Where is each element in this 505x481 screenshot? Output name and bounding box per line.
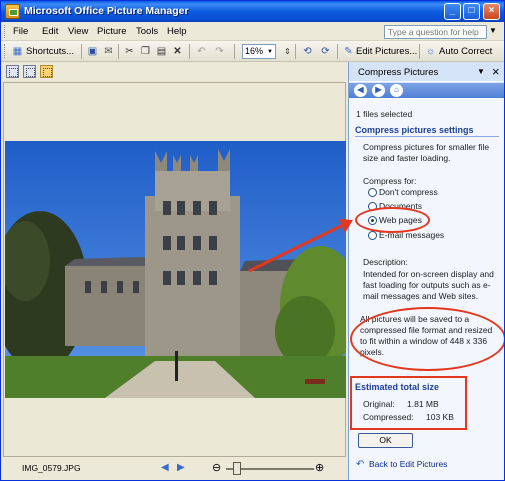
task-pane-navigation: ◀ ▶ ⌂ (349, 83, 504, 98)
help-dropdown-icon[interactable]: ▼ (489, 26, 497, 35)
zoom-in-icon[interactable]: ⊕ (315, 461, 324, 474)
selection-status: 1 files selected (356, 109, 413, 119)
edit-pictures-button[interactable]: Edit Pictures... (356, 44, 417, 59)
task-pane-close-icon[interactable]: × (492, 64, 500, 79)
delete-icon[interactable]: ✕ (171, 45, 184, 58)
cut-icon[interactable]: ✂ (123, 45, 136, 58)
save-icon[interactable]: ▣ (86, 45, 99, 58)
settings-intro-text: Compress pictures for smaller file size … (363, 142, 490, 163)
thumbnail-view-button[interactable] (6, 65, 19, 78)
radio-dont-compress[interactable] (368, 188, 377, 197)
task-pane-title: Compress Pictures (358, 67, 439, 78)
zoom-select[interactable]: 16% ▼ (242, 44, 276, 59)
mail-icon[interactable]: ✉ (102, 45, 115, 58)
menu-picture[interactable]: Picture (97, 26, 127, 37)
settings-heading: Compress pictures settings (355, 125, 474, 135)
status-bar: IMG_0579.JPG ◀ ▶ ⊖ ⊕ (1, 457, 348, 480)
ok-button[interactable]: OK (358, 433, 413, 448)
menu-bar: File Edit View Picture Tools Help ▼ (1, 22, 504, 41)
description-label: Description: (363, 257, 408, 267)
menubar-grip[interactable] (4, 25, 7, 38)
single-picture-view-button[interactable] (40, 65, 53, 78)
edit-pictures-icon[interactable]: ✎ (342, 45, 355, 58)
back-to-edit-icon[interactable]: ↶ (356, 459, 364, 470)
toolbar-separator (118, 44, 119, 59)
picture-manager-icon (5, 4, 20, 19)
toolbar-separator (337, 44, 338, 59)
back-to-edit-pictures-link[interactable]: Back to Edit Pictures (369, 459, 447, 469)
zoom-dropdown-icon[interactable]: ▼ (267, 47, 273, 58)
radio-email-messages[interactable] (368, 231, 377, 240)
window-title: Microsoft Office Picture Manager (24, 5, 189, 17)
zoom-spinner-icon[interactable]: ⇕ (281, 45, 294, 58)
copy-icon[interactable]: ❐ (139, 45, 152, 58)
annotation-arrow-icon (248, 219, 353, 273)
zoom-slider-thumb[interactable] (233, 462, 241, 475)
toolbar-separator (295, 44, 296, 59)
toolbar-separator (189, 44, 190, 59)
title-bar[interactable]: Microsoft Office Picture Manager _ □ × (1, 1, 504, 22)
highlight-estimated-size (350, 376, 467, 430)
maximize-button[interactable]: □ (463, 3, 480, 20)
next-picture-icon[interactable]: ▶ (177, 462, 185, 473)
toolbar-separator (81, 44, 82, 59)
back-arrow-icon[interactable]: ◀ (354, 84, 367, 97)
rotate-left-icon[interactable]: ⟲ (301, 45, 314, 58)
menu-file[interactable]: File (13, 26, 28, 37)
rotate-right-icon[interactable]: ⟳ (319, 45, 332, 58)
menu-view[interactable]: View (68, 26, 88, 37)
auto-correct-icon[interactable]: ☼ (424, 45, 437, 58)
toolbar-separator (419, 44, 420, 59)
previous-picture-icon[interactable]: ◀ (161, 462, 169, 473)
highlight-resize-note (350, 307, 504, 371)
view-switcher (1, 62, 348, 82)
menu-help[interactable]: Help (167, 26, 187, 37)
redo-icon[interactable]: ↷ (213, 45, 226, 58)
zoom-value: 16% (245, 46, 264, 56)
task-pane-dropdown-icon[interactable]: ▼ (477, 67, 485, 76)
shortcuts-icon[interactable]: ▦ (11, 45, 24, 58)
undo-icon[interactable]: ↶ (195, 45, 208, 58)
task-pane-header: Compress Pictures ▼ × (349, 62, 504, 82)
compress-for-label: Compress for: (363, 176, 417, 186)
minimize-button[interactable]: _ (444, 3, 461, 20)
home-icon[interactable]: ⌂ (390, 84, 403, 97)
toolbar-separator (234, 44, 235, 59)
paste-icon[interactable]: ▤ (155, 45, 168, 58)
toolbar-grip[interactable] (4, 44, 7, 58)
filmstrip-view-button[interactable] (23, 65, 36, 78)
auto-correct-button[interactable]: Auto Correct (439, 44, 492, 59)
close-button[interactable]: × (483, 3, 500, 20)
help-search-input[interactable] (384, 25, 487, 39)
option-label-dont-compress[interactable]: Don't compress (379, 187, 438, 198)
menu-tools[interactable]: Tools (136, 26, 158, 37)
menu-edit[interactable]: Edit (42, 26, 58, 37)
forward-arrow-icon[interactable]: ▶ (372, 84, 385, 97)
settings-heading-rule (355, 136, 499, 137)
highlight-web-pages-option (355, 207, 430, 233)
description-text: Intended for on-screen display and fast … (363, 269, 494, 301)
status-filename: IMG_0579.JPG (22, 463, 81, 473)
picture-manager-window: Microsoft Office Picture Manager _ □ × F… (0, 0, 505, 481)
standard-toolbar: ▦ Shortcuts... ▣ ✉ ✂ ❐ ▤ ✕ ↶ ↷ 16% ▼ ⇕ ⟲… (1, 41, 504, 62)
shortcuts-button[interactable]: Shortcuts... (26, 44, 74, 59)
zoom-out-icon[interactable]: ⊖ (212, 461, 221, 474)
